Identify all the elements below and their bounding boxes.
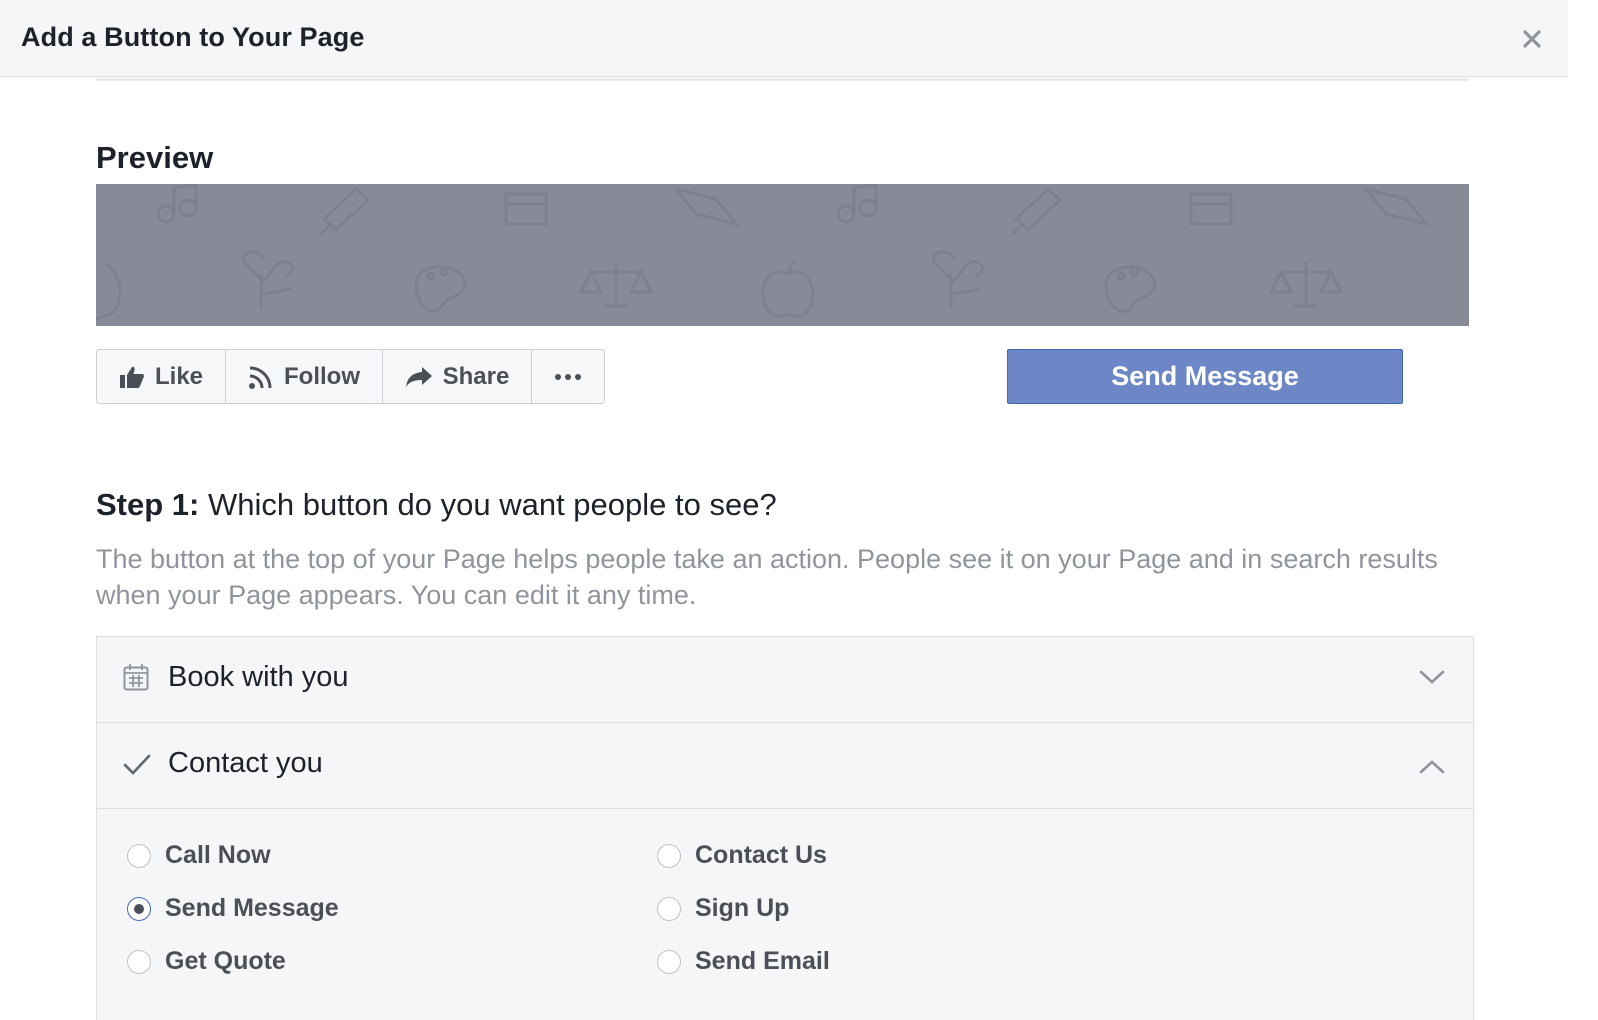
page-action-buttons: Like Follow Share [96, 349, 605, 404]
accordion-contact-you[interactable]: Contact you [97, 723, 1473, 809]
radio-call-now[interactable] [127, 843, 151, 868]
option-contact-us[interactable]: Contact Us [657, 841, 827, 870]
radio-send-message[interactable] [127, 896, 151, 921]
scale-icon [578, 262, 654, 308]
scrollbar-track[interactable] [1568, 0, 1598, 1020]
book-icon [672, 186, 740, 227]
button-type-accordion: Book with you Contact you Call Now Send … [96, 636, 1474, 1020]
option-label: Send Message [165, 894, 339, 922]
option-label: Sign Up [695, 894, 790, 922]
tree-icon [931, 250, 984, 309]
close-icon[interactable] [1517, 24, 1547, 54]
clapperboard-icon [504, 192, 548, 226]
apple-icon [761, 259, 815, 318]
scale-icon [1268, 262, 1344, 308]
rss-icon [249, 366, 272, 389]
radio-send-email[interactable] [657, 949, 681, 974]
step-1-description: The button at the top of your Page helps… [96, 544, 1438, 610]
tree-icon [241, 250, 294, 309]
like-label: Like [154, 362, 204, 390]
cover-photo-placeholder [96, 184, 1469, 326]
preview-heading: Preview [96, 140, 214, 175]
checkmark-icon [123, 754, 151, 775]
step-1-prefix: Step 1: [96, 487, 200, 522]
clapperboard-icon [1189, 192, 1233, 226]
option-label: Call Now [165, 841, 271, 869]
pencil-icon [319, 186, 371, 236]
step-1-question: Which button do you want people to see? [199, 487, 777, 522]
send-message-cta-preview[interactable]: Send Message [1007, 349, 1403, 404]
dialog-title: Add a Button to Your Page [21, 22, 365, 52]
step-1-heading: Step 1: Which button do you want people … [96, 487, 777, 523]
option-label: Get Quote [165, 947, 286, 975]
option-send-email[interactable]: Send Email [657, 947, 830, 976]
option-send-message[interactable]: Send Message [127, 894, 339, 923]
more-dots-icon [555, 373, 581, 380]
share-button[interactable]: Share [383, 350, 532, 403]
apple-icon [96, 262, 122, 321]
book-icon [1362, 186, 1430, 227]
radio-sign-up[interactable] [657, 896, 681, 921]
follow-label: Follow [284, 362, 360, 390]
divider [96, 78, 1469, 81]
option-label: Contact Us [695, 841, 827, 869]
more-button[interactable] [532, 350, 604, 403]
option-call-now[interactable]: Call Now [127, 841, 271, 870]
radio-contact-us[interactable] [657, 843, 681, 868]
accordion-book-with-you[interactable]: Book with you [97, 637, 1473, 723]
chevron-up-icon [1419, 760, 1445, 774]
calendar-icon [123, 664, 149, 691]
option-sign-up[interactable]: Sign Up [657, 894, 789, 923]
option-get-quote[interactable]: Get Quote [127, 947, 286, 976]
accordion-book-label: Book with you [168, 661, 349, 693]
share-label: Share [442, 362, 510, 390]
thumbs-up-icon [119, 366, 144, 388]
chevron-down-icon [1419, 670, 1445, 684]
like-button[interactable]: Like [97, 350, 226, 403]
contact-options: Call Now Send Message Get Quote Contact … [97, 809, 1473, 1019]
pencil-icon [1011, 186, 1063, 236]
radio-get-quote[interactable] [127, 949, 151, 974]
follow-button[interactable]: Follow [226, 350, 383, 403]
accordion-contact-label: Contact you [168, 747, 323, 779]
dialog-header: Add a Button to Your Page [0, 0, 1568, 77]
share-arrow-icon [405, 366, 432, 387]
option-label: Send Email [695, 947, 830, 975]
